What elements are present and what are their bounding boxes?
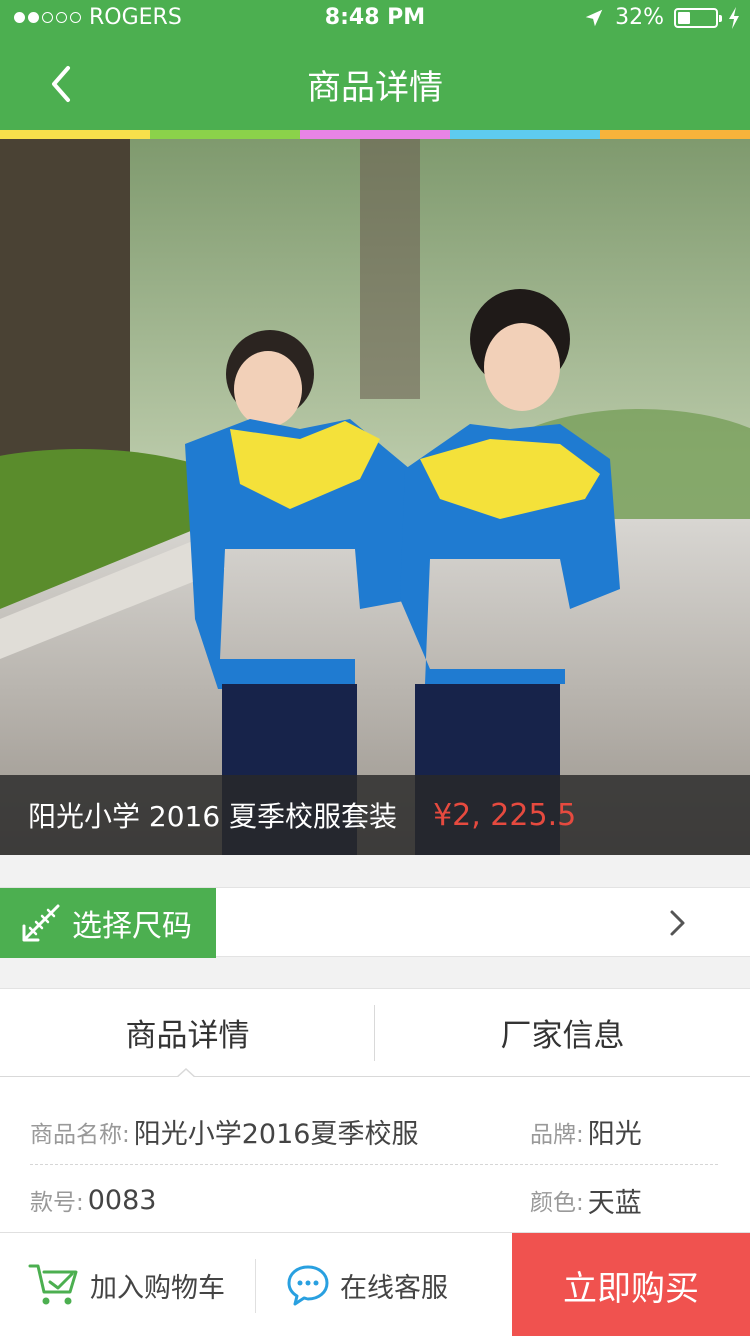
bottom-action-bar: 加入购物车 在线客服 立即购买 (0, 1232, 750, 1336)
tab-manufacturer-info[interactable]: 厂家信息 (375, 989, 750, 1076)
brand-value: 阳光 (587, 1119, 642, 1150)
stripe-green (150, 130, 300, 139)
product-image[interactable]: 阳光小学 2016 夏季校服套装 ¥2, 225.5 (0, 139, 750, 855)
battery-percent: 32% (615, 5, 664, 30)
add-to-cart-button[interactable]: 加入购物车 (28, 1233, 225, 1336)
battery-icon (674, 7, 722, 28)
product-name-value: 阳光小学2016夏季校服 (133, 1119, 419, 1150)
shopping-cart-icon (28, 1264, 78, 1305)
model-number-label: 款号: (30, 1190, 84, 1216)
location-arrow-icon (585, 9, 603, 26)
buy-now-button[interactable]: 立即购买 (512, 1233, 750, 1336)
stripe-orange (600, 130, 750, 139)
product-name-label: 商品名称: (30, 1121, 130, 1148)
stripe-yellow (0, 130, 150, 139)
brand-label: 品牌: (530, 1121, 584, 1148)
stripe-cyan (450, 130, 600, 139)
model-number-value: 0083 (87, 1184, 157, 1216)
top-bar: ROGERS 8:48 PM 32% 商品详情 (0, 0, 750, 130)
bottom-divider (255, 1259, 256, 1313)
online-service-label: 在线客服 (340, 1272, 448, 1304)
status-bar: ROGERS 8:48 PM 32% (0, 0, 750, 36)
stripe-pink (300, 130, 450, 139)
color-label: 颜色: (530, 1190, 584, 1216)
tab-product-details[interactable]: 商品详情 (0, 989, 375, 1076)
ruler-pencil-icon (22, 904, 60, 942)
accent-stripe (0, 130, 750, 139)
product-details-panel: 商品名称: 阳光小学2016夏季校服 品牌: 阳光 款号: 0083 颜色: 天… (0, 1077, 750, 1237)
chat-bubble-icon (287, 1265, 329, 1306)
product-name: 阳光小学 2016 夏季校服套装 (28, 800, 398, 833)
add-to-cart-label: 加入购物车 (90, 1272, 225, 1304)
product-photo (0, 139, 750, 855)
online-service-button[interactable]: 在线客服 (286, 1233, 448, 1336)
product-price: ¥2, 225.5 (433, 797, 577, 833)
select-size-label: 选择尺码 (72, 909, 192, 944)
charging-bolt-icon (729, 6, 739, 29)
tab-divider (374, 1005, 375, 1061)
product-caption: 阳光小学 2016 夏季校服套装 ¥2, 225.5 (0, 775, 750, 855)
detail-tabs: 商品详情 厂家信息 (0, 988, 750, 1077)
color-value: 天蓝 (587, 1187, 642, 1219)
size-selector-row[interactable]: 选择尺码 (0, 887, 750, 958)
detail-row-model-color: 款号: 0083 颜色: 天蓝 (30, 1167, 718, 1233)
select-size-button[interactable]: 选择尺码 (0, 888, 216, 958)
chevron-right-icon[interactable] (668, 908, 688, 938)
detail-row-name-brand: 商品名称: 阳光小学2016夏季校服 品牌: 阳光 (30, 1099, 718, 1165)
page-title: 商品详情 (307, 68, 443, 108)
